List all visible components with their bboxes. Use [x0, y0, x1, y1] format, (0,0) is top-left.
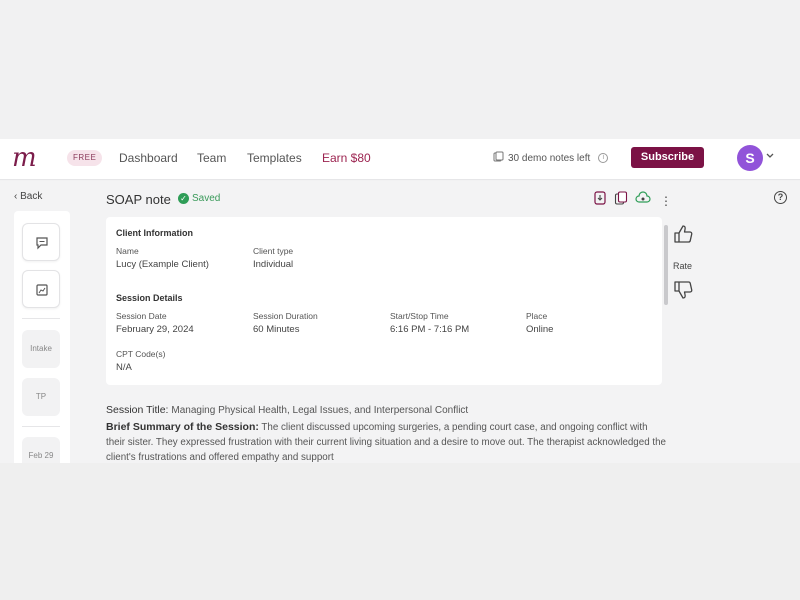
session-date-value: February 29, 2024 — [116, 324, 194, 335]
rail-divider — [22, 426, 60, 427]
check-icon: ✓ — [178, 193, 189, 204]
client-info-heading: Client Information — [116, 228, 193, 238]
chevron-down-icon[interactable] — [766, 151, 774, 161]
cloud-sync-icon[interactable] — [635, 191, 651, 210]
saved-status: ✓ Saved — [178, 193, 220, 204]
chart-button[interactable] — [22, 270, 60, 308]
chart-icon — [36, 284, 48, 296]
client-type-label: Client type — [253, 246, 294, 256]
bottom-backdrop — [0, 463, 800, 600]
demo-notes-counter: 30 demo notes left i — [493, 151, 609, 165]
notes-icon — [493, 151, 504, 165]
session-duration-value: 60 Minutes — [253, 324, 300, 335]
plan-badge: FREE — [67, 150, 103, 166]
client-type-value: Individual — [253, 259, 294, 270]
summary-label: Brief Summary of the Session: — [106, 421, 259, 433]
session-summary: Brief Summary of the Session: The client… — [106, 420, 666, 463]
copy-icon[interactable] — [614, 191, 628, 210]
chat-icon — [36, 237, 48, 250]
saved-label: Saved — [192, 193, 221, 204]
top-navbar: m FREE Dashboard Team Templates Earn $80… — [0, 139, 800, 180]
help-icon[interactable]: ? — [774, 191, 787, 204]
main-content: ‹ Back ? Intake TP Feb 29 SOAP note ✓ Sa… — [0, 181, 800, 463]
name-value: Lucy (Example Client) — [116, 259, 209, 270]
more-options-icon[interactable]: ⋮ — [660, 194, 672, 208]
download-icon[interactable] — [593, 191, 607, 210]
session-title-value: Managing Physical Health, Legal Issues, … — [171, 405, 469, 416]
back-link[interactable]: ‹ Back — [14, 191, 42, 202]
thumbs-up-icon[interactable] — [672, 223, 694, 250]
nav-templates[interactable]: Templates — [247, 151, 302, 165]
session-details-heading: Session Details — [116, 293, 183, 303]
card-scrollbar[interactable] — [664, 225, 668, 305]
rail-tab-tp[interactable]: TP — [22, 378, 60, 416]
rate-label: Rate — [673, 261, 693, 271]
info-icon[interactable]: i — [598, 153, 609, 163]
session-duration-label: Session Duration — [253, 311, 318, 321]
nav-dashboard[interactable]: Dashboard — [119, 151, 178, 165]
start-stop-label: Start/Stop Time — [390, 311, 449, 321]
side-rail: Intake TP Feb 29 — [14, 211, 70, 463]
cpt-value: N/A — [116, 362, 132, 373]
top-backdrop — [0, 0, 800, 139]
note-toolbar: ⋮ — [593, 191, 672, 210]
nav-team[interactable]: Team — [197, 151, 226, 165]
rail-tab-intake[interactable]: Intake — [22, 330, 60, 368]
chat-button[interactable] — [22, 223, 60, 261]
cpt-label: CPT Code(s) — [116, 349, 166, 359]
start-stop-value: 6:16 PM - 7:16 PM — [390, 324, 470, 335]
nav-earn[interactable]: Earn $80 — [322, 151, 371, 165]
demo-notes-text: 30 demo notes left — [508, 152, 591, 164]
brand-logo[interactable]: m — [12, 145, 37, 171]
subscribe-button[interactable]: Subscribe — [631, 147, 704, 168]
rail-tab-session[interactable]: Feb 29 — [22, 437, 60, 463]
name-label: Name — [116, 246, 139, 256]
session-date-label: Session Date — [116, 311, 167, 321]
session-title-label: Session Title: — [106, 404, 169, 416]
thumbs-down-icon[interactable] — [672, 279, 694, 306]
rail-divider — [22, 318, 60, 319]
back-label: Back — [20, 191, 43, 202]
page-title: SOAP note — [106, 192, 171, 207]
place-label: Place — [526, 311, 548, 321]
client-session-card: Client Information Name Lucy (Example Cl… — [106, 217, 662, 385]
session-title-row: Session Title: Managing Physical Health,… — [106, 404, 468, 416]
place-value: Online — [526, 324, 554, 335]
user-avatar[interactable]: S — [737, 145, 763, 171]
chevron-left-icon: ‹ — [14, 191, 18, 202]
